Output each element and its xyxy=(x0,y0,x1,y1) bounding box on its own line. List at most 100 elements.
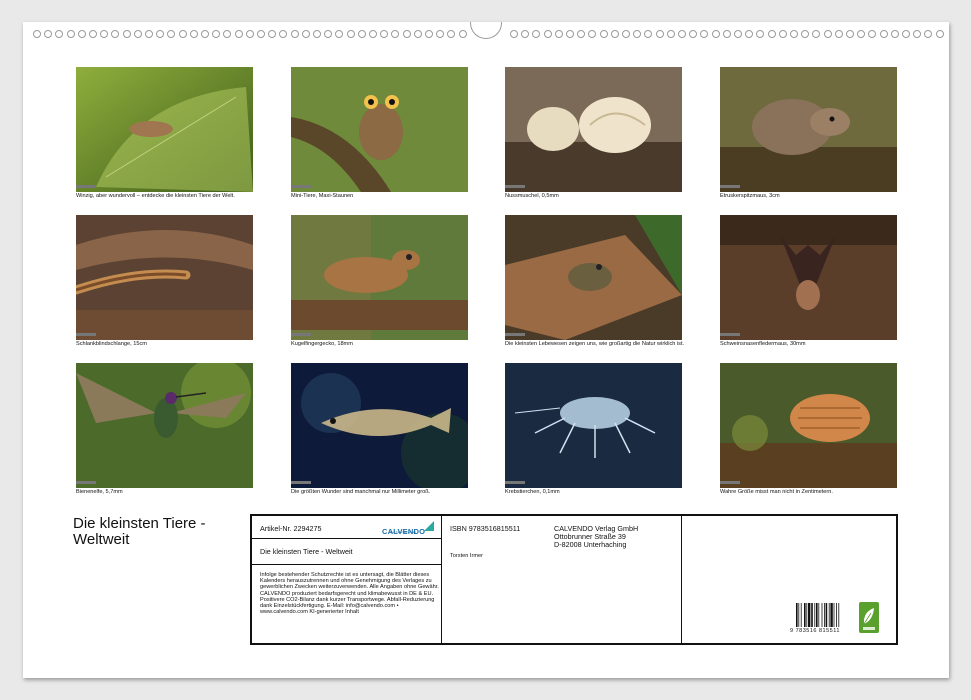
author: Torsten Irmer xyxy=(450,553,483,559)
photo-isopod xyxy=(720,363,897,488)
binding-hole xyxy=(223,30,232,38)
binding-hole xyxy=(245,30,254,38)
binding-hole xyxy=(734,30,742,38)
binding-hole xyxy=(801,30,810,38)
binding-hole xyxy=(622,30,630,38)
binding-hole xyxy=(577,30,586,38)
binding-hole xyxy=(425,30,433,38)
binding-hole xyxy=(913,30,922,38)
binding-hole xyxy=(935,30,944,38)
binding-hole xyxy=(357,30,366,38)
binding-hole xyxy=(89,30,97,38)
binding-hole xyxy=(834,30,843,38)
binding-hole xyxy=(122,30,131,38)
binding-hole xyxy=(458,30,467,38)
divider xyxy=(252,564,441,565)
product-title: Die kleinsten Tiere - Weltweit xyxy=(260,547,353,556)
binding-hole xyxy=(678,30,686,38)
photo-frog xyxy=(505,215,682,340)
article-number: Artikel-Nr. 2294275 xyxy=(260,524,322,533)
divider xyxy=(681,516,682,643)
divider xyxy=(252,538,441,539)
barcode xyxy=(796,603,840,627)
binding-hole xyxy=(380,30,389,38)
photo-blind-snake xyxy=(76,215,253,340)
photo-copepod xyxy=(505,363,682,488)
binding-hole xyxy=(846,30,854,38)
binding-hole xyxy=(436,30,445,38)
caption-9: Bienenelfe, 5,7mm xyxy=(76,489,123,495)
binding-hole xyxy=(178,30,187,38)
calendar-back-page: Winzig, aber wundervoll – entdecke die k… xyxy=(23,22,949,678)
binding-hole xyxy=(711,30,720,38)
caption-1: Winzig, aber wundervoll – entdecke die k… xyxy=(76,193,235,199)
binding-hole xyxy=(402,30,411,38)
binding-hole xyxy=(543,30,552,38)
binding-hole xyxy=(924,30,933,38)
binding-hole xyxy=(111,30,120,38)
caption-4: Etruskerspitzmaus, 3cm xyxy=(720,193,780,199)
binding-hole xyxy=(66,30,75,38)
binding-hole xyxy=(257,30,265,38)
photo-fish xyxy=(291,363,468,488)
caption-7: Die kleinsten Lebewesen zeigen uns, wie … xyxy=(505,341,685,347)
product-info-box: Artikel-Nr. 2294275 CALVENDO Der Kalende… xyxy=(250,514,898,645)
calendar-title: Die kleinsten Tiere - Weltweit xyxy=(73,515,206,548)
binding-hole xyxy=(510,30,518,38)
photo-tarsier xyxy=(291,67,468,192)
binding-hole xyxy=(313,30,321,38)
binding-hole xyxy=(55,30,64,38)
binding-hole xyxy=(212,30,221,38)
binding-hole xyxy=(644,30,653,38)
binding-hole xyxy=(655,30,664,38)
caption-5: Schlankblindschlange, 15cm xyxy=(76,341,147,347)
caption-10: Die größten Wunder sind manchmal nur Mil… xyxy=(291,489,431,495)
binding-hole xyxy=(346,30,355,38)
binding-hole xyxy=(521,30,530,38)
barcode-number: 9 783516 815511 xyxy=(790,628,840,634)
binding-hole xyxy=(790,30,798,38)
photo-springtail xyxy=(76,67,253,192)
binding-hole xyxy=(767,30,776,38)
binding-hole xyxy=(167,30,176,38)
binding-hole xyxy=(532,30,541,38)
binding-hole xyxy=(77,30,86,38)
photo-hummingbird xyxy=(76,363,253,488)
binding-hole xyxy=(290,30,299,38)
binding-hole xyxy=(156,30,165,38)
binding-hole xyxy=(666,30,675,38)
isbn: ISBN 9783516815511 xyxy=(450,524,521,533)
binding-hole xyxy=(610,30,619,38)
publisher-city: D-82008 Unterhaching xyxy=(554,540,627,549)
binding-hole xyxy=(879,30,888,38)
binding-hole xyxy=(44,30,53,38)
binding-hole xyxy=(279,30,288,38)
caption-6: Kugelfingergecko, 18mm xyxy=(291,341,353,347)
legal-notice: Infolge bestehender Schutzrechte ist es … xyxy=(260,572,439,616)
binding-hole xyxy=(868,30,877,38)
calvendo-logo: CALVENDO Der Kalenderverlag xyxy=(382,521,434,536)
binding-hole xyxy=(301,30,310,38)
binding-hole xyxy=(890,30,899,38)
binding-hole xyxy=(902,30,910,38)
binding-hole xyxy=(599,30,608,38)
binding-hole xyxy=(566,30,574,38)
binding-hole xyxy=(391,30,400,38)
binding-hole xyxy=(588,30,597,38)
binding-hole xyxy=(689,30,698,38)
binding-hole xyxy=(369,30,377,38)
binding-hole xyxy=(756,30,765,38)
binding-hole xyxy=(633,30,642,38)
binding-hole xyxy=(447,30,456,38)
binding-hole xyxy=(145,30,153,38)
caption-3: Nussmuschel, 0,5mm xyxy=(505,193,559,199)
caption-12: Wahre Größe misst man nicht in Zentimete… xyxy=(720,489,833,495)
binding-hole xyxy=(335,30,344,38)
binding-hole xyxy=(413,30,422,38)
binding-hole xyxy=(778,30,787,38)
binding-hole xyxy=(100,30,109,38)
binding-hole xyxy=(722,30,731,38)
photo-etruscan-shrew xyxy=(720,67,897,192)
binding-hole xyxy=(234,30,243,38)
caption-11: Krebstierchen, 0,1mm xyxy=(505,489,560,495)
